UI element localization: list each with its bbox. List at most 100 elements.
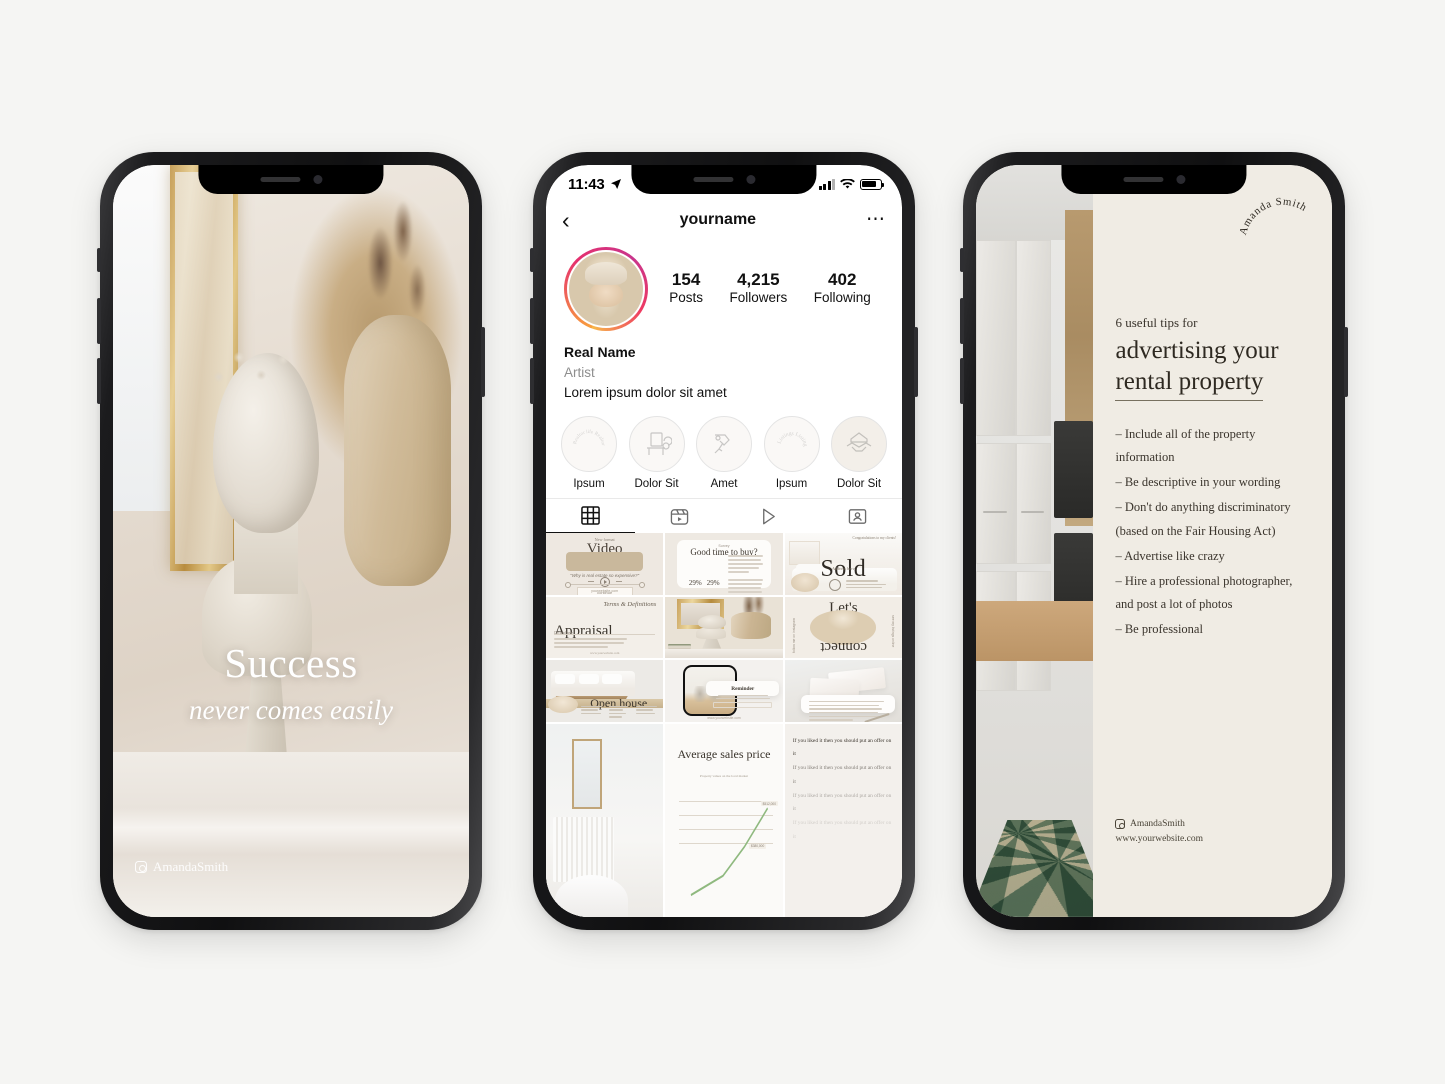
stat-posts[interactable]: 154 Posts [669,269,703,305]
bathroom-radiator [553,816,615,883]
post-chart-percent-labels: 29% 29% [686,579,722,587]
profile-stats: 154 Posts 4,215 Followers 402 Following [648,269,884,309]
post-video-footer: yourwebsite.com [591,588,619,593]
stat-posts-value: 154 [671,269,701,289]
post-average-sales-tag-high: $512,000 [760,801,778,807]
post-if-you-liked[interactable]: If you liked it then you should put an o… [784,724,902,917]
tab-video[interactable] [724,499,813,533]
post-notebook[interactable] [784,660,902,723]
phone-right-body: Amanda Smith 6 useful tips for advertisi… [976,165,1332,917]
highlight-2[interactable]: Dolor Sit [626,416,688,490]
post-bust-photo[interactable] [665,596,783,659]
realtor-badge-icon: Realtor life Realtor life [561,416,617,473]
earpiece-speaker [259,177,300,182]
post-chart-text [727,555,764,594]
post-sold-agent-photo [790,573,819,592]
volume-up-button[interactable] [97,298,101,344]
post-chart-bars [687,556,721,579]
back-chevron-icon[interactable]: ‹ [562,208,570,232]
screenshot-canvas: Success never comes easily AmandaSmith 1… [0,0,1445,1084]
status-indicators [818,178,884,190]
battery-icon [860,178,884,190]
if-you-line-1: If you liked it then you should put an o… [792,737,892,758]
cabinet-handle-1 [983,510,1007,513]
story-screen: Success never comes easily AmandaSmith [113,165,469,917]
volume-up-button[interactable] [960,298,964,344]
power-button[interactable] [914,327,918,397]
tab-tagged[interactable] [813,499,902,533]
tab-grid[interactable] [546,499,635,534]
post-appraisal[interactable]: Terms & Definitions Appraisal Defined he… [546,596,664,659]
kitchen-photo [976,165,1094,917]
stat-followers[interactable]: 4,215 Followers [729,269,787,305]
instagram-profile-screen: 11:43 ‹ yourname ⋯ 154 Posts 4,215 Follo… [546,165,902,917]
mute-switch[interactable] [960,248,964,272]
earpiece-speaker [1122,177,1163,182]
details-col-2 [608,706,633,720]
tips-footer-handle-row: AmandaSmith [1115,817,1203,832]
story-title: Success [224,639,358,686]
power-button[interactable] [481,327,485,397]
tips-headline-line2: rental property [1115,366,1264,401]
tips-carousel-screen: Amanda Smith 6 useful tips for advertisi… [976,165,1332,917]
profile-nav-bar: ‹ yourname ⋯ [546,203,902,237]
highlight-4[interactable]: Listings Listings Ipsum [761,416,823,490]
volume-down-button[interactable] [97,358,101,404]
story-highlights: Realtor life Realtor life Ipsum Dolor Si… [546,402,902,498]
tip-item-5: – Hire a professional photographer, and … [1115,573,1293,611]
chart-pct-2: 29% [706,579,720,588]
post-average-sales-tag-low: $380,000 [748,843,767,849]
divider [554,634,656,636]
stat-followers-value: 4,215 [737,269,780,289]
tips-footer: AmandaSmith www.yourwebsite.com [1115,817,1203,847]
post-open-house[interactable]: Open house [546,660,664,723]
post-reminder-card-title: Reminder [731,685,755,692]
story-handle: AmandaSmith [135,859,228,875]
story-subtitle: never comes easily [189,694,393,725]
tip-item-3: – Don't do anything discriminatory (base… [1115,500,1291,538]
post-chart[interactable]: Survey Good time to buy? 29% 29% [665,533,783,595]
volume-up-button[interactable] [530,298,534,344]
phone-middle-body: 11:43 ‹ yourname ⋯ 154 Posts 4,215 Follo… [546,165,902,917]
power-button[interactable] [1344,327,1348,397]
post-sold[interactable]: Congratulations to my clients! Sold Addr… [784,533,902,595]
post-reminder[interactable]: Reminder www.yourwebsite.com [665,660,783,723]
highlight-3[interactable]: Amet [693,416,755,490]
brand-arc-logo: Amanda Smith [1237,179,1326,253]
mantel-shelf [113,751,469,917]
post-open-house-details [581,706,660,720]
stat-following[interactable]: 402 Following [814,269,871,305]
tagged-person-icon [848,508,867,524]
story-text-block: Success never comes easily [113,639,469,726]
post-average-sales[interactable]: Average sales price Property values on t… [665,724,783,917]
post-sold-footer [829,579,897,592]
play-icon [599,576,610,587]
kitchen-cabinet-4 [1015,443,1052,564]
kitchen-cabinet-2 [1015,240,1052,436]
volume-down-button[interactable] [960,358,964,404]
post-open-house-agent-photo [548,696,578,714]
tip-item-1: – Include all of the property informatio… [1115,427,1256,465]
post-video[interactable]: New format Video "Why is real estate so … [546,533,664,595]
listing-badge-icon: Listings Listings [763,416,820,473]
front-camera [1175,175,1185,184]
post-connect[interactable]: Let's follow me on instagram see my list… [784,596,902,659]
avatar[interactable] [564,247,648,331]
post-bathroom-photo[interactable] [546,724,664,917]
stat-followers-label: Followers [729,290,788,306]
status-time: 11:43 [568,175,605,193]
status-time-group: 11:43 [568,176,622,193]
volume-down-button[interactable] [530,358,534,404]
tips-footer-handle: AmandaSmith [1129,818,1185,829]
ellipsis-icon[interactable]: ⋯ [866,211,886,229]
notch [631,165,817,194]
grid-icon [581,506,600,525]
highlight-5[interactable]: Dolor Sit [828,416,890,490]
mute-switch[interactable] [97,248,101,272]
wifi-icon [840,178,855,189]
highlight-1[interactable]: Realtor life Realtor life Ipsum [558,416,620,490]
tab-reels[interactable] [635,499,724,533]
mute-switch[interactable] [530,248,534,272]
post-sold-contact [846,580,897,589]
phone-middle: 11:43 ‹ yourname ⋯ 154 Posts 4,215 Follo… [530,152,918,930]
